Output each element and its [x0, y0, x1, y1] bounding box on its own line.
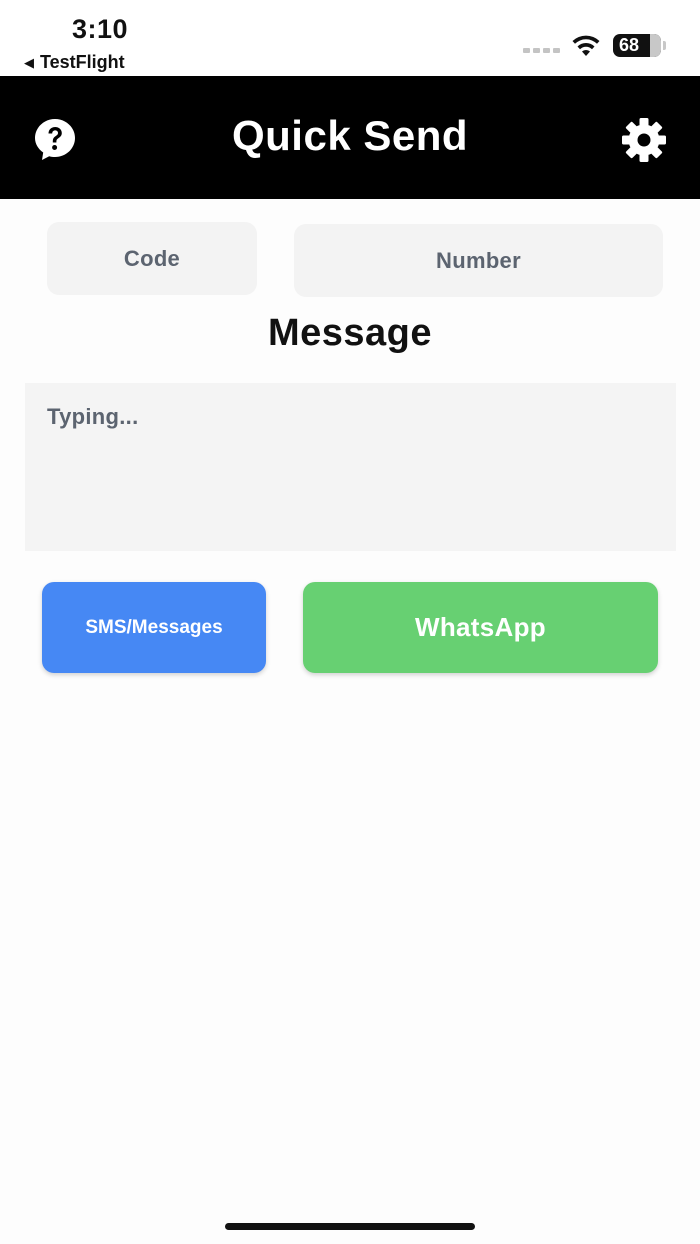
sms-button-label: SMS/Messages	[85, 616, 223, 638]
back-arrow-icon: ◀	[24, 54, 34, 70]
status-time: 3:10	[72, 14, 129, 44]
whatsapp-send-button[interactable]: WhatsApp	[303, 582, 658, 673]
country-code-input[interactable]: Code	[47, 222, 257, 295]
page-title: Quick Send	[231, 112, 469, 159]
back-to-app-link[interactable]: ◀ TestFlight	[24, 52, 125, 73]
whatsapp-button-label: WhatsApp	[415, 612, 546, 642]
battery-icon: 68	[613, 34, 661, 57]
back-app-label: TestFlight	[40, 52, 125, 72]
battery-cap	[663, 41, 666, 50]
country-code-placeholder: Code	[123, 245, 181, 271]
message-heading: Message	[267, 312, 433, 354]
battery-level: 68	[619, 35, 640, 55]
message-placeholder: Typing...	[47, 404, 139, 429]
home-indicator	[225, 1223, 475, 1230]
status-bar: 3:10 ◀ TestFlight 68	[0, 0, 700, 76]
wifi-icon	[572, 35, 600, 56]
phone-number-placeholder: Number	[436, 247, 521, 273]
sms-send-button[interactable]: SMS/Messages	[42, 582, 266, 673]
gear-icon[interactable]	[620, 116, 668, 164]
cellular-signal-icon	[523, 48, 560, 53]
phone-number-input[interactable]: Number	[294, 224, 663, 297]
